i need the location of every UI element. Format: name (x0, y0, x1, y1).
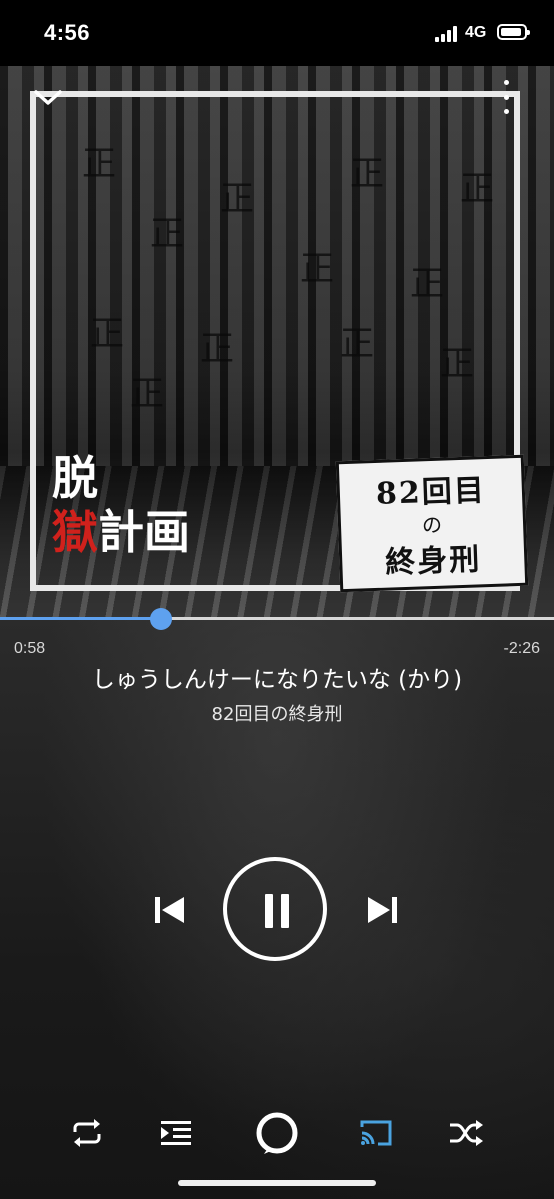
repeat-icon[interactable] (67, 1113, 107, 1153)
next-icon[interactable] (362, 890, 402, 930)
progress-slider[interactable] (0, 608, 554, 630)
pause-button[interactable] (223, 857, 327, 961)
progress-fill (0, 617, 161, 620)
home-indicator[interactable] (178, 1180, 376, 1186)
elapsed-time: 0:58 (14, 640, 46, 657)
progress-knob[interactable] (149, 608, 172, 630)
queue-icon[interactable] (156, 1113, 196, 1153)
pause-icon (265, 894, 273, 928)
status-time: 4:56 (44, 20, 91, 45)
chevron-down-icon[interactable] (32, 86, 64, 108)
album-title-white-chars: 計画 (98, 505, 190, 559)
band-logo-top: 82回目 (375, 473, 487, 512)
track-artist[interactable]: 82回目の終身刑 (0, 700, 554, 726)
alexa-icon[interactable] (254, 1110, 300, 1156)
remaining-time: -2:26 (503, 640, 540, 657)
signal-icon (435, 26, 459, 42)
album-title-red-char: 獄 (52, 505, 98, 559)
album-title-line-1: 脱 (52, 451, 98, 505)
band-logo: 82回目 の 終身刑 (335, 454, 529, 593)
album-title-line-2: 獄計画 (52, 505, 190, 559)
shuffle-icon[interactable] (446, 1113, 486, 1153)
pause-icon (281, 894, 289, 928)
album-artwork: 正 正 正 正 正 正 正 正 正 正 正 正 脱 獄計画 82回目 の 終身刑 (0, 66, 554, 618)
album-title-art: 脱 獄計画 (52, 451, 190, 559)
battery-icon (497, 24, 530, 40)
band-logo-bottom: 終身刑 (384, 542, 482, 581)
band-logo-mid: の (421, 512, 443, 538)
cast-icon[interactable] (356, 1113, 396, 1153)
network-type: 4G (465, 24, 487, 41)
previous-icon[interactable] (150, 890, 190, 930)
track-title: しゅうしんけーになりたいな (かり) (91, 667, 463, 693)
more-options-icon[interactable] (496, 80, 516, 114)
status-bar: 4:56 4G (0, 0, 554, 66)
